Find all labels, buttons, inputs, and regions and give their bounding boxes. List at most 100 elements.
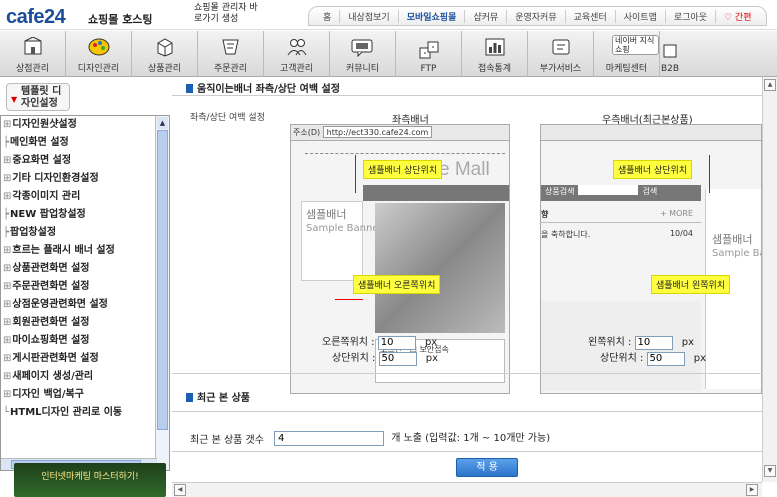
preview-congrats-row: 을 축하합니다. 10/04 xyxy=(541,229,693,239)
menu-b2b[interactable]: B2B xyxy=(660,31,680,77)
menu-label: B2B xyxy=(660,64,680,74)
top-navigation: 홈 내상점보기 모바일쇼핑몰 샵커뮤 운영자커뮤 교육센터 사이트맵 로그아웃 … xyxy=(308,6,767,26)
left-right-position-input[interactable] xyxy=(377,335,416,350)
section-title-recent-products: 최근 본 상품 xyxy=(186,389,250,404)
nav-education[interactable]: 교육센터 xyxy=(566,9,616,23)
scroll-right-icon[interactable]: ▶ xyxy=(746,484,758,496)
sidebar-title-label: 템플릿 디자인설정 xyxy=(21,86,62,109)
menu-store-manage[interactable]: 상점관리 xyxy=(0,31,66,77)
recent-products-count-row: 최근 본 상품 갯수 개 노출 (입력값: 1개 ~ 10개만 가능) xyxy=(190,429,550,446)
menu-marketing-center[interactable]: 네이버 지식쇼핑 마케팅센터 xyxy=(594,31,660,77)
menu-additional-service[interactable]: 부가서비스 xyxy=(528,31,594,77)
page-vertical-scrollbar[interactable]: ▲ ▼ xyxy=(762,77,777,482)
menu-design-manage[interactable]: 디자인관리 xyxy=(66,31,132,77)
sidebar-item-design-backup[interactable]: ⊞디자인 백업/복구 xyxy=(1,386,169,404)
plus-icon: ⊞ xyxy=(3,317,12,328)
sidebar-item-board-screen[interactable]: ⊞게시판관련화면 설정 xyxy=(1,350,169,368)
nav-my-store[interactable]: 내상점보기 xyxy=(340,9,399,23)
marketing-ad-banner[interactable]: 인터넷마케팅 마스터하기! xyxy=(14,463,166,497)
sidebar-item-html-design[interactable]: └HTML디자인 관리로 이동 xyxy=(1,404,169,422)
right-left-position-row: 왼쪽위치 : px xyxy=(588,333,694,350)
menu-ftp[interactable]: FTP xyxy=(396,31,462,77)
menu-community[interactable]: 커뮤니티 xyxy=(330,31,396,77)
scroll-up-icon[interactable]: ▲ xyxy=(764,79,776,91)
top-marker-line xyxy=(709,155,710,193)
plus-icon: ⊞ xyxy=(3,119,12,130)
naver-shopping-badge: 네이버 지식쇼핑 xyxy=(612,35,659,55)
left-right-position-tag: 샘플배너 오른쪽위치 xyxy=(353,275,441,294)
nav-sitemap[interactable]: 사이트맵 xyxy=(616,9,666,23)
plus-icon: ⊞ xyxy=(3,245,12,256)
sidebar-item-store-operation[interactable]: ⊞상점운영관련화면 설정 xyxy=(1,296,169,314)
nav-logout[interactable]: 로그아웃 xyxy=(666,9,716,23)
divider xyxy=(172,95,762,96)
right-top-position-input[interactable] xyxy=(646,351,685,366)
admin-shortcut-link[interactable]: 쇼핑몰 관리자 바로가기 생성 xyxy=(194,3,260,25)
margin-setting-label: 좌측/상단 여백 설정 xyxy=(190,113,265,123)
cafe24-logo[interactable]: cafe24 xyxy=(6,6,66,29)
sidebar-item-new-popup[interactable]: ┝NEW 팝업창설정 xyxy=(1,206,169,224)
scroll-down-icon[interactable]: ▼ xyxy=(764,465,776,477)
sidebar-scroll-thumb[interactable] xyxy=(157,130,168,430)
sidebar-title[interactable]: ▼ 템플릿 디자인설정 xyxy=(6,83,70,111)
page-horizontal-scrollbar[interactable]: ◀ ▶ xyxy=(172,482,762,497)
left-top-position-tag: 샘플배너 상단위치 xyxy=(363,160,443,179)
scroll-up-icon[interactable]: ▲ xyxy=(157,117,168,129)
palette-icon xyxy=(86,36,112,58)
sidebar-item-images[interactable]: ⊞각종이미지 관리 xyxy=(1,188,169,206)
community-icon xyxy=(350,36,376,58)
scroll-left-icon[interactable]: ◀ xyxy=(174,484,186,496)
sidebar-item-member-screen[interactable]: ⊞회원관련화면 설정 xyxy=(1,314,169,332)
service-name: 쇼핑몰 호스팅 xyxy=(88,13,153,26)
nav-shop-community[interactable]: 샵커뮤 xyxy=(465,9,508,23)
sidebar-item-main-screen[interactable]: ┝메인화면 설정 xyxy=(1,134,169,152)
sidebar-item-new-page[interactable]: ⊞새페이지 생성/관리 xyxy=(1,368,169,386)
main-menu-bar: 상점관리 디자인관리 상품관리 주문관리 고객관리 커뮤니티 FTP 접속통계 … xyxy=(0,31,777,77)
preview-header-strip: 상품검색 검색 xyxy=(541,185,701,201)
nav-mobile-mall[interactable]: 모바일쇼핑몰 xyxy=(399,9,466,23)
sidebar-item-flash-banner[interactable]: ⊞흐르는 플래시 배너 설정 xyxy=(1,242,169,260)
b2b-icon xyxy=(660,39,680,61)
right-top-position-tag: 샘플배너 상단위치 xyxy=(613,160,693,179)
sidebar-item-product-screen[interactable]: ⊞상품관련화면 설정 xyxy=(1,260,169,278)
product-icon xyxy=(152,36,178,58)
nav-home[interactable]: 홈 xyxy=(315,9,341,23)
plus-icon: ⊞ xyxy=(3,371,12,382)
left-top-position-row: 상단위치 : px xyxy=(332,349,438,366)
sidebar-menu-list: ⊞디자인원샷설정 ┝메인화면 설정 ⊞중요화면 설정 ⊞기타 디자인환경설정 ⊞… xyxy=(0,115,170,471)
right-left-position-tag: 샘플배너 왼쪽위치 xyxy=(651,275,731,294)
menu-access-stats[interactable]: 접속통계 xyxy=(462,31,528,77)
sidebar-vertical-scrollbar[interactable]: ▲ xyxy=(155,116,169,470)
preview-header-strip xyxy=(363,185,509,201)
menu-label: 커뮤니티 xyxy=(345,64,380,74)
plus-icon: ⊞ xyxy=(3,191,12,202)
stats-icon xyxy=(482,36,508,58)
sidebar-item-design-oneshot[interactable]: ⊞디자인원샷설정 xyxy=(1,116,169,134)
plus-icon: ⊞ xyxy=(3,335,12,346)
ftp-icon xyxy=(416,39,442,61)
top-bar: cafe24 쇼핑몰 호스팅 쇼핑몰 관리자 바로가기 생성 홈 내상점보기 모… xyxy=(0,0,777,30)
menu-label: 상점관리 xyxy=(15,64,50,74)
sidebar-item-order-screen[interactable]: ⊞주문관련화면 설정 xyxy=(1,278,169,296)
right-left-position-input[interactable] xyxy=(634,335,673,350)
menu-customer-manage[interactable]: 고객관리 xyxy=(264,31,330,77)
menu-label: 부가서비스 xyxy=(539,64,582,74)
sidebar-item-etc-design[interactable]: ⊞기타 디자인환경설정 xyxy=(1,170,169,188)
sidebar-item-popup[interactable]: ┝팝업창설정 xyxy=(1,224,169,242)
sidebar: ▼ 템플릿 디자인설정 ⊞디자인원샷설정 ┝메인화면 설정 ⊞중요화면 설정 ⊞… xyxy=(0,77,172,497)
menu-label: 마케팅센터 xyxy=(605,64,648,74)
sidebar-item-important-screen[interactable]: ⊞중요화면 설정 xyxy=(1,152,169,170)
menu-label: 상품관리 xyxy=(147,64,182,74)
sidebar-item-myshopping[interactable]: ⊞마이쇼핑화면 설정 xyxy=(1,332,169,350)
nav-easy[interactable]: ♡ 간편 xyxy=(716,10,760,23)
menu-label: 디자인관리 xyxy=(77,64,120,74)
menu-product-manage[interactable]: 상품관리 xyxy=(132,31,198,77)
nav-operator-community[interactable]: 운영자커뮤 xyxy=(507,9,566,23)
section-marker-icon xyxy=(186,84,193,93)
plus-icon: ⊞ xyxy=(3,281,12,292)
recent-products-count-input[interactable] xyxy=(274,431,384,446)
menu-order-manage[interactable]: 주문관리 xyxy=(198,31,264,77)
preview-address-bar: 주소(D) http://ect330.cafe24.com xyxy=(291,125,509,141)
left-top-position-input[interactable] xyxy=(378,351,417,366)
apply-button[interactable]: 적 용 xyxy=(456,458,518,477)
